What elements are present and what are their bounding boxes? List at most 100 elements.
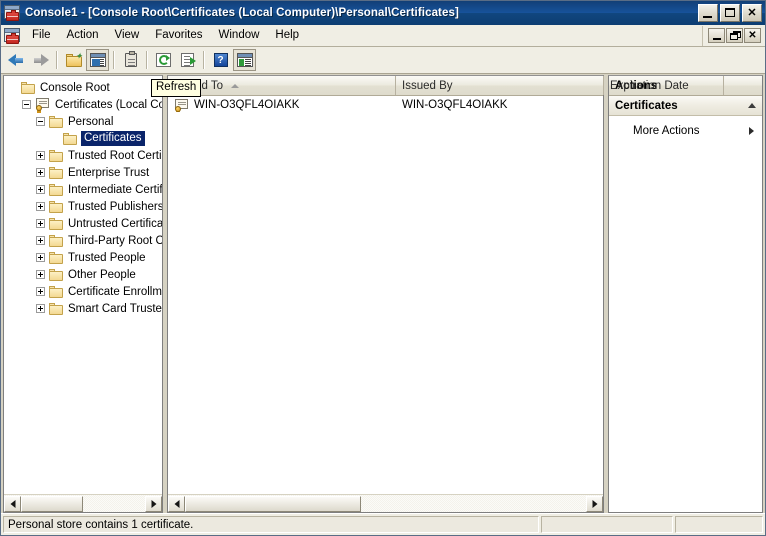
actions-item-list: More Actions	[609, 116, 762, 512]
tree-item-smart-card-trusted[interactable]: Smart Card Trusted	[8, 300, 162, 317]
folder-icon	[49, 183, 64, 196]
tree-item-trusted-people[interactable]: Trusted People	[8, 249, 162, 266]
sort-ascending-icon	[231, 83, 240, 88]
console-tree[interactable]: Console Root Certificates (Local Com Perso…	[4, 76, 162, 494]
certificates-list[interactable]: WIN-O3QFL4OIAKK WIN-O3QFL4OIAKK 10/21/	[168, 96, 603, 494]
close-icon: ✕	[748, 30, 757, 41]
folder-icon	[49, 251, 64, 264]
menu-view[interactable]: View	[107, 26, 148, 45]
export-list-button[interactable]	[176, 49, 199, 71]
close-icon: ✕	[747, 7, 757, 19]
show-hide-action-pane-button[interactable]	[233, 49, 256, 71]
back-button[interactable]	[5, 49, 28, 71]
system-menu-icon[interactable]	[4, 27, 21, 44]
actions-group-label: Certificates	[615, 99, 678, 112]
folder-icon	[49, 115, 64, 128]
toolbar-separator	[56, 51, 58, 69]
help-button[interactable]: ?	[209, 49, 232, 71]
folder-icon	[49, 166, 64, 179]
expand-plus-icon[interactable]	[36, 202, 45, 211]
menu-file[interactable]: File	[24, 26, 59, 45]
list-horizontal-scrollbar[interactable]	[168, 494, 603, 512]
toolbar-separator	[203, 51, 205, 69]
tree-item-certificate-enrollme[interactable]: Certificate Enrollme	[8, 283, 162, 300]
tree-item-trusted-root-certi[interactable]: Trusted Root Certi	[8, 147, 162, 164]
forward-button[interactable]	[29, 49, 52, 71]
column-header-issued-to[interactable]: Issued To	[168, 76, 396, 95]
tree-item-label: Trusted Publishers	[68, 200, 162, 213]
tree-item-label: Untrusted Certifica	[68, 217, 162, 230]
up-one-level-button[interactable]: ✦	[62, 49, 85, 71]
mdi-restore-button[interactable]	[726, 28, 743, 43]
menu-favorites[interactable]: Favorites	[147, 26, 210, 45]
certificate-icon	[174, 98, 190, 112]
expand-plus-icon[interactable]	[36, 219, 45, 228]
toolbar-separator	[146, 51, 148, 69]
expand-plus-icon[interactable]	[36, 287, 45, 296]
folder-icon	[49, 285, 64, 298]
list-scroll-track[interactable]	[185, 495, 586, 512]
menu-help[interactable]: Help	[267, 26, 307, 45]
window-close-button[interactable]: ✕	[742, 4, 762, 22]
mdi-close-button[interactable]: ✕	[744, 28, 761, 43]
tree-item-label: Certificate Enrollme	[68, 285, 162, 298]
expand-plus-icon[interactable]	[36, 304, 45, 313]
action-more-actions[interactable]: More Actions	[609, 122, 762, 140]
properties-button[interactable]	[119, 49, 142, 71]
mdi-child-controls: ✕	[702, 25, 765, 46]
expand-plus-icon[interactable]	[36, 253, 45, 262]
cell-issued-to: WIN-O3QFL4OIAKK	[168, 98, 396, 112]
clipboard-properties-icon	[124, 51, 137, 67]
tree-item-enterprise-trust[interactable]: Enterprise Trust	[8, 164, 162, 181]
expand-plus-icon[interactable]	[36, 185, 45, 194]
tree-item-trusted-publishers[interactable]: Trusted Publishers	[8, 198, 162, 215]
list-scroll-right-button[interactable]	[586, 495, 603, 512]
tree-item-intermediate-certif[interactable]: Intermediate Certif	[8, 181, 162, 198]
collapse-minus-icon[interactable]	[36, 117, 45, 126]
tree-item-label: Other People	[68, 268, 136, 281]
menu-action[interactable]: Action	[59, 26, 107, 45]
list-scroll-thumb[interactable]	[185, 495, 361, 512]
toolbar: ✦ ?	[1, 47, 765, 74]
tree-item-certificates-local-com[interactable]: Certificates (Local Com	[8, 96, 162, 113]
expand-plus-icon[interactable]	[36, 270, 45, 279]
folder-icon	[49, 149, 64, 162]
forward-arrow-icon	[32, 53, 49, 67]
window-maximize-button[interactable]	[720, 4, 740, 22]
status-bar: Personal store contains 1 certificate.	[1, 513, 765, 535]
refresh-button[interactable]	[152, 49, 175, 71]
tree-scroll-left-button[interactable]	[4, 495, 21, 512]
window-title: Console1 - [Console Root\Certificates (L…	[25, 7, 459, 19]
tree-item-console-root[interactable]: Console Root	[8, 79, 162, 96]
tree-item-other-people[interactable]: Other People	[8, 266, 162, 283]
column-header-expiration-date[interactable]: Expiration Date	[604, 76, 724, 95]
show-hide-console-tree-button[interactable]	[86, 49, 109, 71]
tree-item-personal[interactable]: Personal	[8, 113, 162, 130]
folder-icon	[21, 81, 36, 94]
expand-plus-icon[interactable]	[36, 168, 45, 177]
actions-group-certificates[interactable]: Certificates	[609, 96, 762, 116]
window-minimize-button[interactable]	[698, 4, 718, 22]
expand-plus-icon[interactable]	[36, 236, 45, 245]
folder-icon	[63, 132, 78, 145]
tree-horizontal-scrollbar[interactable]	[4, 494, 162, 512]
list-scroll-left-button[interactable]	[168, 495, 185, 512]
status-panel-2	[541, 516, 673, 533]
table-row[interactable]: WIN-O3QFL4OIAKK WIN-O3QFL4OIAKK 10/21/	[168, 96, 603, 114]
menu-window[interactable]: Window	[211, 26, 268, 45]
column-header-issued-by[interactable]: Issued By	[396, 76, 604, 95]
tree-scroll-right-button[interactable]	[145, 495, 162, 512]
tree-item-label: Certificates (Local Com	[55, 98, 162, 111]
tree-scroll-track[interactable]	[21, 495, 145, 512]
mdi-minimize-button[interactable]	[708, 28, 725, 43]
title-bar: Console1 - [Console Root\Certificates (L…	[1, 1, 765, 25]
tree-item-certificates[interactable]: Certificates	[8, 130, 162, 147]
tree-item-third-party-root-c[interactable]: Third-Party Root C	[8, 232, 162, 249]
chevron-up-icon[interactable]	[748, 103, 756, 108]
tree-scroll-thumb[interactable]	[21, 495, 83, 512]
action-pane-icon	[236, 53, 253, 67]
folder-icon	[49, 234, 64, 247]
collapse-minus-icon[interactable]	[22, 100, 31, 109]
expand-plus-icon[interactable]	[36, 151, 45, 160]
tree-item-untrusted-certifica[interactable]: Untrusted Certifica	[8, 215, 162, 232]
